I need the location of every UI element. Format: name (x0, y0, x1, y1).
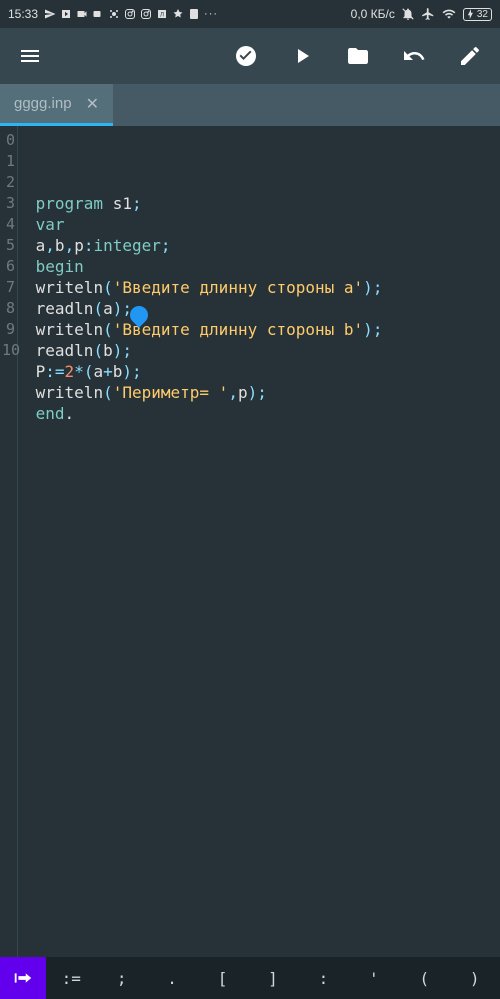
status-bar: 15:33 Л ··· 0,0 КБ/с 32 (0, 0, 500, 28)
line-number: 1 (2, 151, 15, 172)
symbol-toolbar: := ; . [ ] : ' ( ) (0, 957, 500, 999)
battery-indicator: 32 (463, 8, 492, 21)
folder-button[interactable] (344, 42, 372, 70)
tab-key-button[interactable] (0, 957, 46, 999)
line-number: 4 (2, 214, 15, 235)
line-number: 7 (2, 277, 15, 298)
sym-colon[interactable]: : (298, 957, 348, 999)
code-line[interactable]: writeln('Введите длинну стороны a'); (26, 277, 500, 298)
edit-button[interactable] (456, 42, 484, 70)
sym-lbracket[interactable]: [ (197, 957, 247, 999)
code-line[interactable]: readln(b); (26, 340, 500, 361)
tab-bar: gggg.inp ✕ (0, 84, 500, 126)
status-time: 15:33 (8, 7, 38, 21)
line-gutter: 012345678910 (0, 126, 18, 957)
status-net: 0,0 КБ/с (351, 7, 395, 21)
line-number: 8 (2, 298, 15, 319)
file-tab[interactable]: gggg.inp ✕ (0, 84, 113, 126)
run-button[interactable] (288, 42, 316, 70)
close-tab-icon[interactable]: ✕ (86, 94, 99, 114)
line-number: 5 (2, 235, 15, 256)
file-tab-label: gggg.inp (14, 95, 72, 112)
wifi-icon (441, 7, 457, 21)
undo-button[interactable] (400, 42, 428, 70)
code-line[interactable]: begin (26, 256, 500, 277)
code-line[interactable]: a,b,p:integer; (26, 235, 500, 256)
code-line[interactable]: var (26, 214, 500, 235)
code-line[interactable]: P:=2*(a+b); (26, 361, 500, 382)
line-number: 9 (2, 319, 15, 340)
status-left: 15:33 Л ··· (8, 7, 218, 21)
line-number: 0 (2, 130, 15, 151)
app-bar (0, 28, 500, 84)
line-number: 6 (2, 256, 15, 277)
sym-dot[interactable]: . (147, 957, 197, 999)
code-area[interactable]: program s1; var a,b,p:integer; begin wri… (18, 126, 500, 957)
code-line[interactable]: program s1; (26, 193, 500, 214)
code-editor[interactable]: 012345678910 program s1; var a,b,p:integ… (0, 126, 500, 957)
sym-quote[interactable]: ' (349, 957, 399, 999)
airplane-icon (421, 7, 435, 21)
sym-assign[interactable]: := (46, 957, 96, 999)
sym-lparen[interactable]: ( (399, 957, 449, 999)
code-line[interactable]: readln(a); (26, 298, 500, 319)
svg-text:Л: Л (160, 13, 164, 19)
check-button[interactable] (232, 42, 260, 70)
status-app-icons: Л ··· (44, 8, 218, 20)
sym-rbracket[interactable]: ] (248, 957, 298, 999)
sym-semicolon[interactable]: ; (96, 957, 146, 999)
code-line[interactable]: writeln('Периметр= ',p); (26, 382, 500, 403)
line-number: 2 (2, 172, 15, 193)
sym-rparen[interactable]: ) (450, 957, 500, 999)
line-number: 3 (2, 193, 15, 214)
line-number: 10 (2, 340, 15, 361)
code-line[interactable]: writeln('Введите длинну стороны b'); (26, 319, 500, 340)
menu-button[interactable] (16, 42, 44, 70)
bell-off-icon (401, 7, 415, 21)
code-line[interactable]: end. (26, 403, 500, 424)
status-right: 0,0 КБ/с 32 (351, 7, 492, 21)
